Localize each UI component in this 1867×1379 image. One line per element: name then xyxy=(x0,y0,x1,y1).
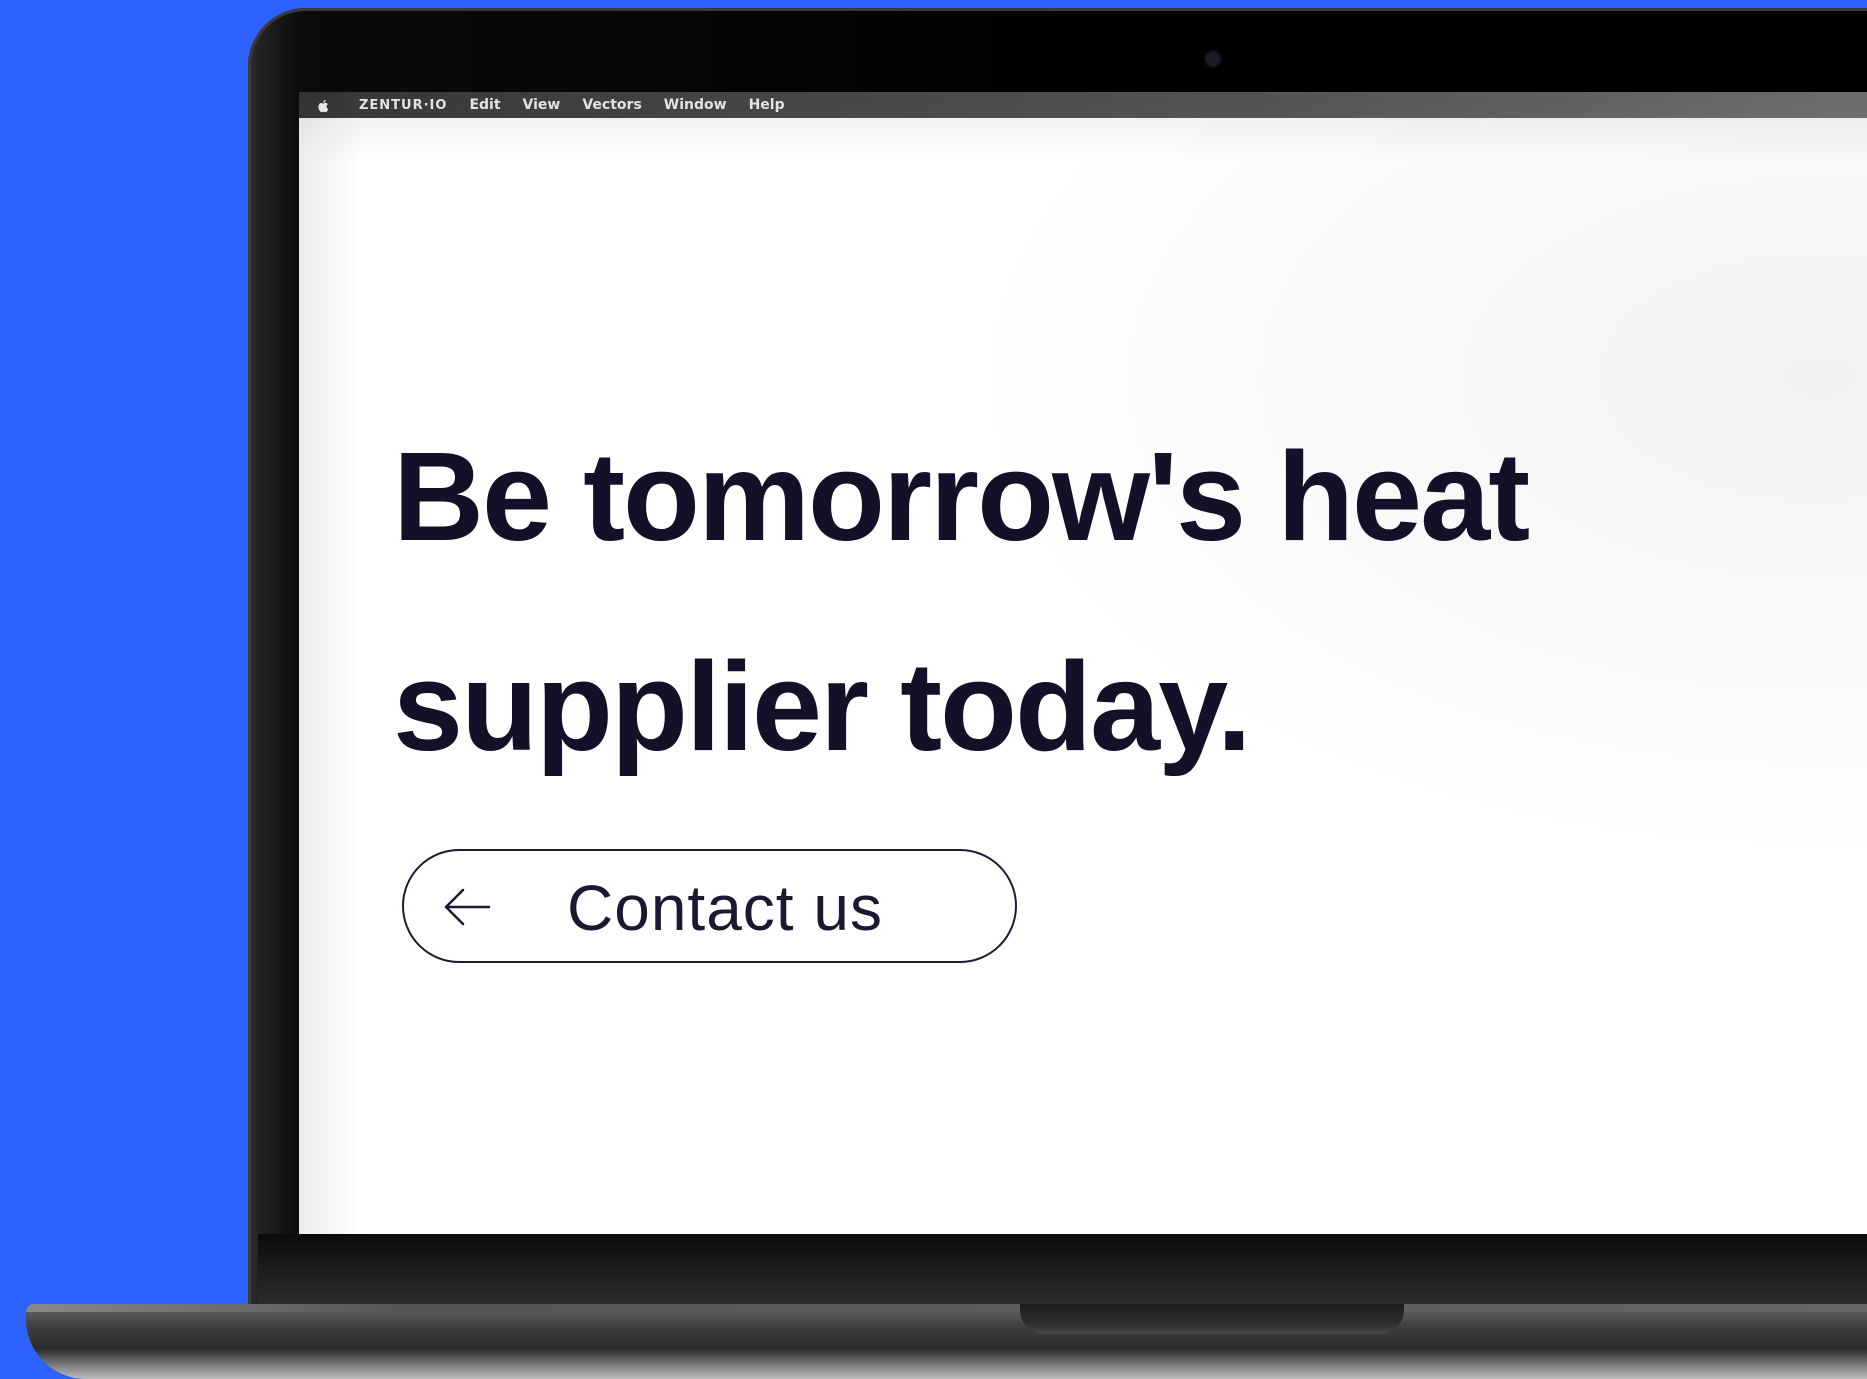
hero-headline: Be tomorrow's heat supplier today. xyxy=(393,392,1843,812)
menu-app-name[interactable]: ZENTUR·IO xyxy=(359,98,447,113)
menu-item-edit[interactable]: Edit xyxy=(469,97,500,113)
menu-item-help[interactable]: Help xyxy=(749,97,785,113)
webcam xyxy=(1206,52,1220,66)
contact-us-button[interactable]: Contact us xyxy=(402,849,1017,963)
menu-bar: ZENTUR·IO Edit View Vectors Window Help xyxy=(299,92,1867,118)
promo-canvas: ZENTUR·IO Edit View Vectors Window Help … xyxy=(0,0,1867,1379)
menu-item-vectors[interactable]: Vectors xyxy=(582,97,641,113)
headline-line-1: Be tomorrow's heat xyxy=(393,426,1530,567)
apple-logo-icon[interactable] xyxy=(317,98,329,113)
laptop-base-edge xyxy=(26,1304,1867,1312)
laptop-screen: ZENTUR·IO Edit View Vectors Window Help … xyxy=(299,92,1867,1234)
laptop-base xyxy=(26,1304,1867,1379)
laptop-hinge-notch xyxy=(1020,1304,1404,1334)
headline-line-2: supplier today. xyxy=(393,636,1252,777)
menu-item-view[interactable]: View xyxy=(523,97,561,113)
contact-us-label: Contact us xyxy=(567,872,883,944)
arrow-left-icon xyxy=(442,886,492,928)
menu-item-window[interactable]: Window xyxy=(664,97,727,113)
laptop-bezel-bottom xyxy=(258,1234,1867,1304)
